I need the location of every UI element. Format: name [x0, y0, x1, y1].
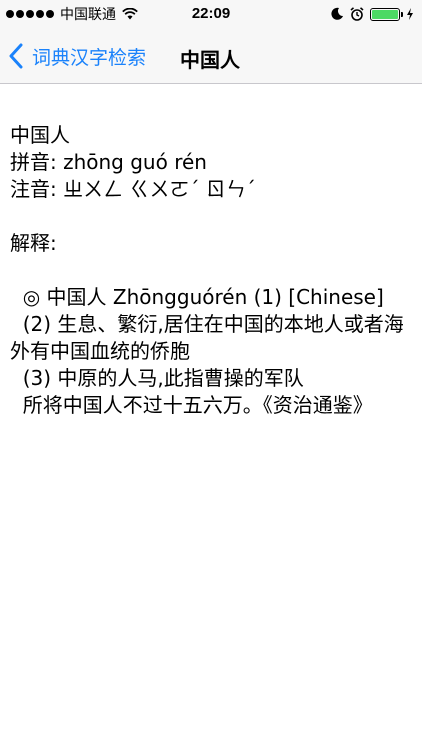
back-button-label: 词典汉字检索: [32, 46, 147, 69]
explanation-header: 解释:: [10, 231, 57, 255]
battery-icon: [370, 7, 403, 21]
pinyin-line: 拼音: zhōng guó rén: [10, 150, 207, 174]
zhuyin-line: 注音: ㄓㄨㄥ ㄍㄨㄛˊ ㄖㄣˊ: [10, 177, 256, 201]
moon-icon: [331, 7, 343, 20]
definition-1: ◎ 中国人 Zhōngguórén (1) [Chinese]: [10, 285, 384, 309]
status-bar: 中国联通 22:09: [0, 0, 422, 28]
entry-word: 中国人: [10, 123, 70, 147]
definition-2: (2) 生息、繁衍,居住在中国的本地人或者海外有中国血统的侨胞: [10, 312, 404, 363]
definition-content: 中国人 拼音: zhōng guó rén 注音: ㄓㄨㄥ ㄍㄨㄛˊ ㄖㄣˊ 解…: [0, 84, 422, 419]
definition-3: (3) 中原的人马,此指曹操的军队: [10, 366, 304, 390]
chevron-left-icon: [9, 43, 23, 69]
back-button[interactable]: 词典汉字检索: [8, 38, 146, 74]
page-title: 中国人: [180, 48, 240, 72]
navigation-bar: 词典汉字检索 中国人: [0, 28, 422, 84]
charging-icon: [407, 8, 413, 20]
status-right: [330, 6, 414, 22]
alarm-icon: [350, 7, 364, 21]
quote-line: 所将中国人不过十五六万。《资治通鉴》: [10, 393, 373, 417]
